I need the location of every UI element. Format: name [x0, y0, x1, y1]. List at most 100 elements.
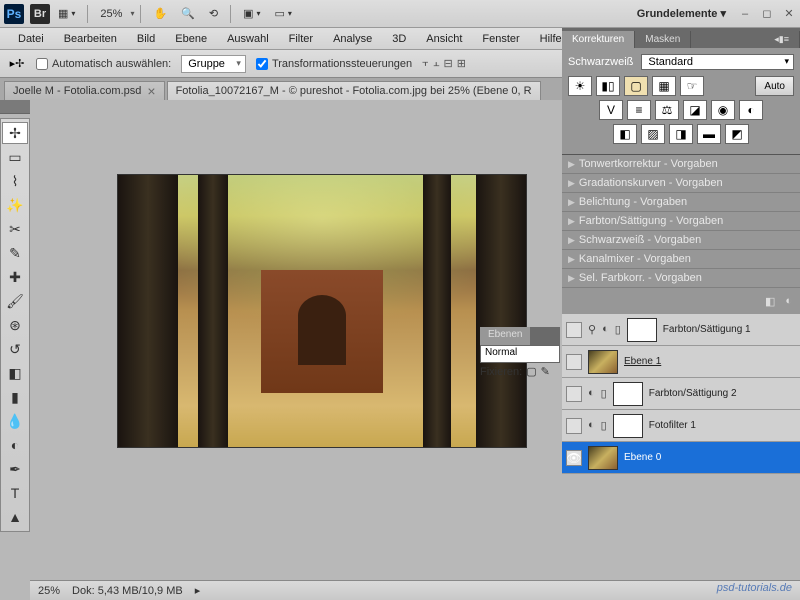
- menu-3d[interactable]: 3D: [382, 30, 416, 48]
- align-icon[interactable]: ⊟: [444, 57, 453, 70]
- fx-icon[interactable]: ◐: [588, 419, 595, 432]
- invert-icon[interactable]: ◧: [613, 124, 637, 144]
- magic-wand-tool[interactable]: ✨: [2, 194, 28, 216]
- preset-item[interactable]: ▶Schwarzweiß - Vorgaben: [562, 231, 800, 250]
- visibility-toggle[interactable]: 👁: [566, 450, 582, 466]
- link-icon[interactable]: ⚲: [588, 323, 596, 336]
- layer-name[interactable]: Farbton/Sättigung 1: [663, 324, 751, 335]
- brightness-icon[interactable]: ☀: [568, 76, 592, 96]
- clip-icon[interactable]: ◧: [765, 295, 775, 308]
- status-chevron-icon[interactable]: ▸: [195, 584, 201, 597]
- restore-icon[interactable]: ◻: [760, 7, 774, 21]
- visibility-toggle[interactable]: [566, 386, 582, 402]
- visibility-toggle[interactable]: [566, 322, 582, 338]
- menu-ebene[interactable]: Ebene: [165, 30, 217, 48]
- mask-icon[interactable]: ▯: [601, 419, 607, 432]
- dodge-tool[interactable]: ◐: [2, 434, 28, 456]
- layer-name[interactable]: Fotofilter 1: [649, 420, 696, 431]
- crop-tool[interactable]: ✂: [2, 218, 28, 240]
- blur-tool[interactable]: 💧: [2, 410, 28, 432]
- gradient-map-icon[interactable]: ▬: [697, 124, 721, 144]
- auto-select-checkbox[interactable]: Automatisch auswählen:: [36, 58, 171, 70]
- rotate-view-icon[interactable]: ⟲: [203, 5, 224, 22]
- panel-menu-icon[interactable]: ◂▮≡: [764, 31, 800, 48]
- new-adjustment-icon[interactable]: ◐: [785, 295, 792, 307]
- layer-row[interactable]: 👁 Ebene 0: [562, 442, 800, 474]
- healing-brush-tool[interactable]: ✚: [2, 266, 28, 288]
- visibility-toggle[interactable]: [566, 354, 582, 370]
- mask-icon[interactable]: ▯: [601, 387, 607, 400]
- align-icon[interactable]: ⊞: [457, 57, 466, 70]
- preset-item[interactable]: ▶Kanalmixer - Vorgaben: [562, 250, 800, 269]
- tools-panel-grip[interactable]: [0, 100, 30, 114]
- layer-row[interactable]: Ebene 1: [562, 346, 800, 378]
- exposure-icon[interactable]: ▦: [652, 76, 676, 96]
- threshold-icon[interactable]: ◨: [669, 124, 693, 144]
- lasso-tool[interactable]: ⌇: [2, 170, 28, 192]
- hand-tool-icon[interactable]: ✋: [147, 5, 173, 22]
- move-tool[interactable]: ✢: [2, 122, 28, 144]
- selective-color-icon[interactable]: ◩: [725, 124, 749, 144]
- layer-row[interactable]: ⚲◐▯ Farbton/Sättigung 1: [562, 314, 800, 346]
- workspace-switcher[interactable]: Grundelemente ▾: [637, 7, 730, 20]
- visibility-toggle[interactable]: [566, 418, 582, 434]
- menu-analyse[interactable]: Analyse: [323, 30, 382, 48]
- preset-item[interactable]: ▶Belichtung - Vorgaben: [562, 193, 800, 212]
- target-adjust-icon[interactable]: ☞: [680, 76, 704, 96]
- lock-transparent-icon[interactable]: ▢: [526, 365, 536, 378]
- lock-brush-icon[interactable]: ✎: [541, 365, 550, 378]
- eraser-tool[interactable]: ◧: [2, 362, 28, 384]
- color-balance-icon[interactable]: ⚖: [655, 100, 679, 120]
- status-doc-size[interactable]: Dok: 5,43 MB/10,9 MB: [72, 585, 183, 597]
- mask-icon[interactable]: ▯: [615, 323, 621, 336]
- status-zoom[interactable]: 25%: [38, 585, 60, 597]
- blend-mode-dropdown[interactable]: Normal: [480, 345, 560, 363]
- preset-item[interactable]: ▶Sel. Farbkorr. - Vorgaben: [562, 269, 800, 288]
- zoom-level[interactable]: 25%: [94, 8, 128, 20]
- menu-bearbeiten[interactable]: Bearbeiten: [54, 30, 127, 48]
- levels-icon[interactable]: ▮▯: [596, 76, 620, 96]
- layer-name[interactable]: Farbton/Sättigung 2: [649, 388, 737, 399]
- menu-bild[interactable]: Bild: [127, 30, 165, 48]
- marquee-tool[interactable]: ▭: [2, 146, 28, 168]
- brush-tool[interactable]: 🖌: [2, 290, 28, 312]
- tab-korrekturen[interactable]: Korrekturen: [562, 31, 635, 48]
- layer-row[interactable]: ◐ ▯ Fotofilter 1: [562, 410, 800, 442]
- channel-mixer-icon[interactable]: ◐: [739, 100, 763, 120]
- preset-item[interactable]: ▶Tonwertkorrektur - Vorgaben: [562, 155, 800, 174]
- fx-icon[interactable]: ◐: [588, 387, 595, 400]
- align-icon[interactable]: ⫠: [433, 57, 440, 70]
- preset-item[interactable]: ▶Gradationskurven - Vorgaben: [562, 174, 800, 193]
- tab-masken[interactable]: Masken: [635, 31, 691, 48]
- curves-icon[interactable]: ▢: [624, 76, 648, 96]
- auto-select-target-dropdown[interactable]: Gruppe: [181, 55, 246, 73]
- preset-item[interactable]: ▶Farbton/Sättigung - Vorgaben: [562, 212, 800, 231]
- eyedropper-tool[interactable]: ✎: [2, 242, 28, 264]
- menu-datei[interactable]: Datei: [8, 30, 54, 48]
- bw-preset-dropdown[interactable]: Standard: [641, 54, 794, 70]
- document-tab[interactable]: Fotolia_10072167_M - © pureshot - Fotoli…: [167, 81, 541, 100]
- menu-fenster[interactable]: Fenster: [472, 30, 529, 48]
- document-canvas[interactable]: [118, 175, 526, 447]
- layer-row[interactable]: ◐ ▯ Farbton/Sättigung 2: [562, 378, 800, 410]
- screen-mode-icon[interactable]: ▭▾: [269, 5, 298, 22]
- auto-button[interactable]: Auto: [755, 76, 794, 96]
- arrange-docs-icon[interactable]: ▣▾: [237, 5, 266, 22]
- minimize-icon[interactable]: –: [738, 7, 752, 21]
- layer-thumbnail[interactable]: [613, 414, 643, 438]
- clone-stamp-tool[interactable]: ⊛: [2, 314, 28, 336]
- align-icon[interactable]: ⫟: [422, 57, 429, 70]
- document-tab[interactable]: Joelle M - Fotolia.com.psd×: [4, 81, 165, 100]
- posterize-icon[interactable]: ▨: [641, 124, 665, 144]
- canvas-area[interactable]: [38, 110, 534, 570]
- menu-filter[interactable]: Filter: [279, 30, 323, 48]
- close-icon[interactable]: ✕: [782, 7, 796, 21]
- gradient-tool[interactable]: ▮: [2, 386, 28, 408]
- zoom-tool-icon[interactable]: 🔍: [175, 5, 201, 22]
- path-selection-tool[interactable]: ▲: [2, 506, 28, 528]
- history-brush-tool[interactable]: ↺: [2, 338, 28, 360]
- layer-thumbnail[interactable]: [588, 350, 618, 374]
- transform-controls-checkbox[interactable]: Transformationssteuerungen: [256, 58, 412, 70]
- pen-tool[interactable]: ✒: [2, 458, 28, 480]
- photo-filter-icon[interactable]: ◉: [711, 100, 735, 120]
